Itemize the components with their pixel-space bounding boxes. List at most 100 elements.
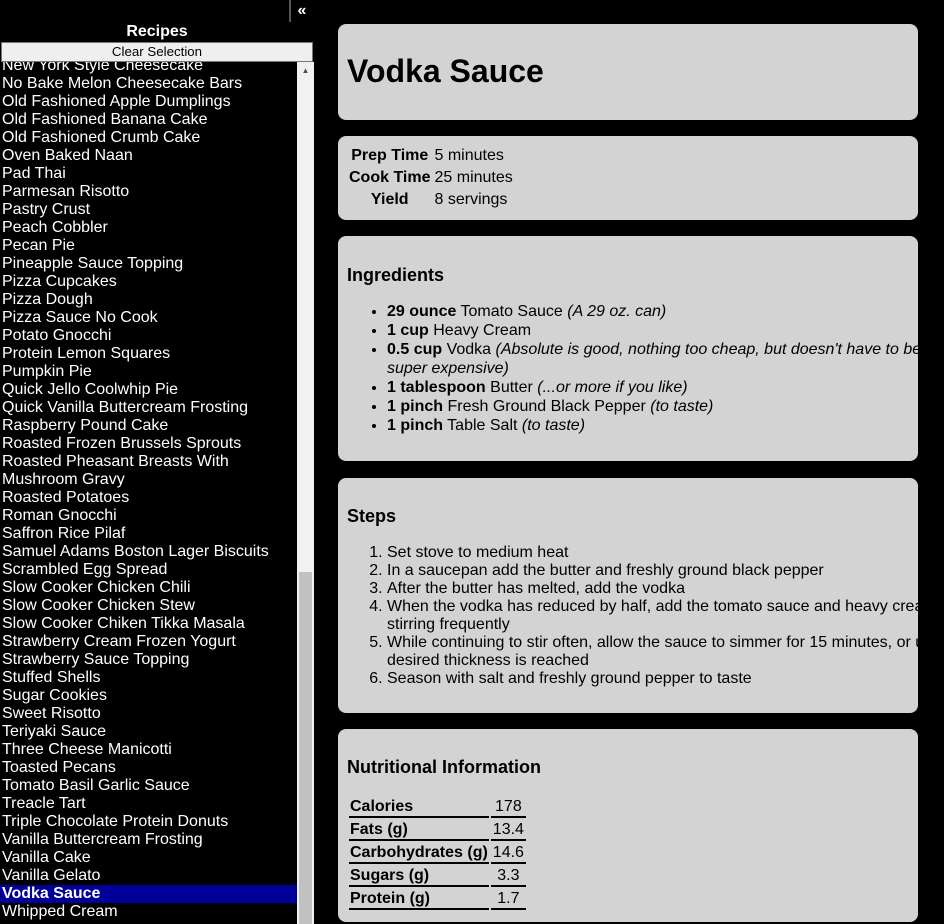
recipe-list-item[interactable]: Protein Lemon Squares	[0, 345, 297, 363]
recipe-list-item[interactable]: Sweet Risotto	[0, 705, 297, 723]
recipe-list-item[interactable]: Old Fashioned Apple Dumplings	[0, 93, 297, 111]
recipe-list-item[interactable]: Pizza Cupcakes	[0, 273, 297, 291]
recipe-sidebar: « Recipes Clear Selection New York Style…	[0, 0, 314, 924]
recipe-list-item[interactable]: Roman Gnocchi	[0, 507, 297, 525]
meta-card: Prep Time 5 minutes Cook Time 25 minutes Yie…	[338, 136, 918, 220]
meta-label: Prep Time	[351, 147, 429, 164]
title-card: Vodka Sauce	[338, 24, 918, 120]
ingredient-item: 1 cup Heavy Cream	[387, 321, 944, 340]
scrollbar-thumb[interactable]	[299, 572, 312, 924]
meta-label: Cook Time	[349, 169, 431, 186]
nutrition-value: 178	[490, 797, 526, 818]
meta-value: 8 servings	[434, 191, 508, 208]
ingredient-item: 1 tablespoon Butter (...or more if you l…	[387, 378, 944, 397]
nutrition-row: Sugars (g) 3.3	[349, 866, 526, 887]
ingredient-item: 29 ounce Tomato Sauce (A 29 oz. can)	[387, 302, 944, 321]
ingredient-item: 1 pinch Fresh Ground Black Pepper (to ta…	[387, 397, 944, 416]
recipe-list-item[interactable]: Potato Gnocchi	[0, 327, 297, 345]
recipe-list-item[interactable]: Old Fashioned Banana Cake	[0, 111, 297, 129]
recipe-list-item[interactable]: Pad Thai	[0, 165, 297, 183]
ingredient-quantity: 1 pinch	[387, 417, 444, 434]
ingredient-name: Tomato Sauce	[460, 303, 563, 320]
recipe-title: Vodka Sauce	[347, 53, 544, 89]
steps-list: Set stove to medium heatIn a saucepan ad…	[347, 544, 944, 688]
recipe-list-item[interactable]: Slow Cooker Chicken Chili	[0, 579, 297, 597]
recipe-list-item[interactable]: Raspberry Pound Cake	[0, 417, 297, 435]
ingredient-name: Vodka	[446, 341, 492, 358]
recipe-list-item[interactable]: Pastry Crust	[0, 201, 297, 219]
ingredient-name: Fresh Ground Black Pepper	[447, 398, 646, 415]
meta-row: Prep Time 5 minutes	[347, 145, 515, 167]
recipe-list-item[interactable]: Three Cheese Manicotti	[0, 741, 297, 759]
ingredient-quantity: 1 cup	[387, 322, 429, 339]
recipe-list-item[interactable]: Old Fashioned Crumb Cake	[0, 129, 297, 147]
recipe-list-item[interactable]: Slow Cooker Chicken Stew	[0, 597, 297, 615]
step-item: Season with salt and freshly ground pepp…	[387, 670, 944, 688]
recipe-list-item[interactable]: Pizza Dough	[0, 291, 297, 309]
recipe-list-scrollbar[interactable]: ▲	[297, 62, 314, 924]
step-item: Set stove to medium heat	[387, 544, 944, 562]
ingredients-list: 29 ounce Tomato Sauce (A 29 oz. can)1 cu…	[347, 302, 944, 435]
recipe-list-item[interactable]: Oven Baked Naan	[0, 147, 297, 165]
ingredient-note: (A 29 oz. can)	[567, 303, 667, 320]
recipe-list-item[interactable]: Teriyaki Sauce	[0, 723, 297, 741]
recipe-list-item[interactable]: Sugar Cookies	[0, 687, 297, 705]
recipe-list-item[interactable]: Parmesan Risotto	[0, 183, 297, 201]
recipe-list-item[interactable]: Stuffed Shells	[0, 669, 297, 687]
recipe-list-item[interactable]: No Bake Melon Cheesecake Bars	[0, 75, 297, 93]
recipe-list-item[interactable]: Tomato Basil Garlic Sauce	[0, 777, 297, 795]
recipe-list-item[interactable]: Scrambled Egg Spread	[0, 561, 297, 579]
recipe-list-item[interactable]: Treacle Tart	[0, 795, 297, 813]
nutrition-table: Calories 178 Fats (g) 13.4 Carbohydrates (g)…	[347, 795, 528, 912]
nutrition-row: Calories 178	[349, 797, 526, 818]
recipe-list-item[interactable]: Strawberry Cream Frozen Yogurt	[0, 633, 297, 651]
recipe-list-item[interactable]: New York Style Cheesecake	[0, 62, 297, 75]
scroll-up-arrow-icon[interactable]: ▲	[297, 62, 314, 79]
ingredients-card: Ingredients 29 ounce Tomato Sauce (A 29 …	[338, 236, 921, 461]
step-item: After the butter has melted, add the vod…	[387, 580, 944, 598]
recipe-list-item[interactable]: Peach Cobbler	[0, 219, 297, 237]
ingredient-quantity: 1 tablespoon	[387, 379, 486, 396]
recipe-list-item[interactable]: Samuel Adams Boston Lager Biscuits	[0, 543, 297, 561]
steps-heading: Steps	[347, 506, 397, 526]
recipe-list-item[interactable]: Pineapple Sauce Topping	[0, 255, 297, 273]
ingredient-item: 1 pinch Table Salt (to taste)	[387, 416, 944, 435]
meta-label: Yield	[370, 191, 409, 208]
ingredient-quantity: 29 ounce	[387, 303, 457, 320]
ingredient-note: (to taste)	[650, 398, 714, 415]
recipe-list: New York Style Cheesecake No Bake Melon C…	[0, 62, 297, 921]
recipe-list-item[interactable]: Roasted Frozen Brussels Sprouts	[0, 435, 297, 453]
recipe-list-item[interactable]: Pumpkin Pie	[0, 363, 297, 381]
nutrition-value: 1.7	[490, 889, 526, 910]
meta-row: Yield 8 servings	[347, 189, 515, 211]
recipe-list-item[interactable]: Vanilla Cake	[0, 849, 297, 867]
recipe-list-item[interactable]: Pecan Pie	[0, 237, 297, 255]
recipe-list-item[interactable]: Strawberry Sauce Topping	[0, 651, 297, 669]
recipe-list-container: New York Style Cheesecake No Bake Melon C…	[0, 62, 314, 924]
meta-value: 25 minutes	[434, 169, 513, 186]
recipe-list-item[interactable]: Roasted Pheasant Breasts With Mushroom G…	[0, 453, 297, 489]
ingredient-item: 0.5 cup Vodka (Absolute is good, nothing…	[387, 340, 944, 378]
step-item: While continuing to stir often, allow th…	[387, 634, 944, 670]
recipe-list-item[interactable]: Saffron Rice Pilaf	[0, 525, 297, 543]
recipe-list-item[interactable]: Roasted Potatoes	[0, 489, 297, 507]
meta-row: Cook Time 25 minutes	[347, 167, 515, 189]
recipe-list-item[interactable]: Slow Cooker Chiken Tikka Masala	[0, 615, 297, 633]
recipe-list-item[interactable]: Vodka Sauce	[0, 885, 297, 903]
step-item: In a saucepan add the butter and freshly…	[387, 562, 944, 580]
recipe-list-item[interactable]: Triple Chocolate Protein Donuts	[0, 813, 297, 831]
recipe-list-item[interactable]: Vanilla Buttercream Frosting	[0, 831, 297, 849]
recipe-list-item[interactable]: Vanilla Gelato	[0, 867, 297, 885]
recipe-list-item[interactable]: Quick Jello Coolwhip Pie	[0, 381, 297, 399]
recipe-list-item[interactable]: Toasted Pecans	[0, 759, 297, 777]
meta-table: Prep Time 5 minutes Cook Time 25 minutes Yie…	[347, 145, 515, 211]
steps-card: Steps Set stove to medium heatIn a sauce…	[338, 478, 944, 713]
ingredient-name: Heavy Cream	[433, 322, 532, 339]
collapse-sidebar-button[interactable]: «	[289, 0, 313, 22]
recipe-list-item[interactable]: Pizza Sauce No Cook	[0, 309, 297, 327]
clear-selection-button[interactable]: Clear Selection	[1, 42, 313, 62]
nutrition-value: 14.6	[490, 843, 526, 864]
sidebar-title: Recipes	[126, 23, 188, 40]
recipe-list-item[interactable]: Whipped Cream	[0, 903, 297, 921]
recipe-list-item[interactable]: Quick Vanilla Buttercream Frosting	[0, 399, 297, 417]
